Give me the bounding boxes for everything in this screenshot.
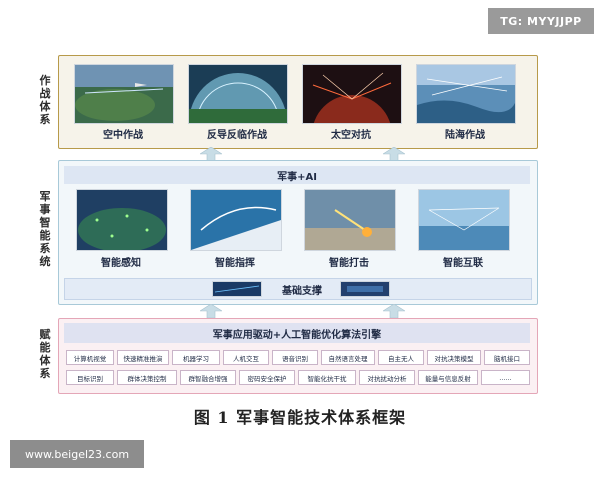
tech-chip: 语音识别 xyxy=(272,350,318,365)
tech-chip: 计算机视觉 xyxy=(66,350,114,365)
anti-missile-image xyxy=(188,64,288,124)
tech-chip: 快速精准推演 xyxy=(117,350,169,365)
tech-chip: 能量与信息反射 xyxy=(418,370,478,385)
side-label-char: 智 xyxy=(39,216,51,229)
up-arrow-icon xyxy=(383,147,405,161)
side-label-ai-system: 军 事 智 能 系 统 xyxy=(38,190,52,268)
tech-chip: 群体决策控制 xyxy=(117,370,177,385)
tech-chip: ...... xyxy=(481,370,530,385)
side-label-char: 统 xyxy=(39,255,51,268)
side-label-char: 赋 xyxy=(39,328,51,341)
foundation-image-right xyxy=(340,281,390,297)
side-label-char: 事 xyxy=(39,203,51,216)
side-label-char: 系 xyxy=(39,242,51,255)
side-label-char: 系 xyxy=(39,367,51,380)
foundation-image-left xyxy=(212,281,262,297)
tech-chip: 对抗扰动分析 xyxy=(359,370,415,385)
combat-item-label: 空中作战 xyxy=(103,130,143,141)
tech-chip: 机器学习 xyxy=(172,350,220,365)
side-label-char: 军 xyxy=(39,190,51,203)
tech-chip: 自然语言处理 xyxy=(321,350,375,365)
tech-chip: 密码安全保护 xyxy=(239,370,295,385)
space-confrontation-image xyxy=(302,64,402,124)
intelligent-interconnect-image xyxy=(418,189,510,251)
ai-layer-title: 军事+AI xyxy=(64,166,530,184)
tech-chip: 人机交互 xyxy=(223,350,269,365)
up-arrow-icon xyxy=(200,147,222,161)
side-label-char: 作 xyxy=(39,74,51,87)
side-label-char: 能 xyxy=(39,341,51,354)
ai-item-label: 智能感知 xyxy=(101,258,141,269)
side-label-char: 体 xyxy=(39,100,51,113)
intelligent-perception-image xyxy=(76,189,168,251)
side-label-char: 能 xyxy=(39,229,51,242)
side-label-char: 体 xyxy=(39,354,51,367)
tech-chip: 对抗决策模型 xyxy=(427,350,481,365)
watermark-top: TG: MYYJJPP xyxy=(488,8,594,34)
tech-chip: 目标识别 xyxy=(66,370,114,385)
figure-caption: 图 1 军事智能技术体系框架 xyxy=(193,408,407,427)
combat-item-label: 反导反临作战 xyxy=(207,130,267,141)
intelligent-command-image xyxy=(190,189,282,251)
tech-chip: 群智融合增强 xyxy=(180,370,236,385)
combat-item-label: 太空对抗 xyxy=(331,130,371,141)
side-label-char: 系 xyxy=(39,113,51,126)
up-arrow-icon xyxy=(383,304,405,318)
ai-item-label: 智能指挥 xyxy=(215,258,255,269)
air-combat-image xyxy=(74,64,174,124)
up-arrow-icon xyxy=(200,304,222,318)
tech-chip: 智能化抗干扰 xyxy=(298,370,356,385)
land-sea-combat-image xyxy=(416,64,516,124)
watermark-bottom: www.beigel23.com xyxy=(10,440,144,468)
side-label-enable-system: 赋 能 体 系 xyxy=(38,328,52,380)
side-label-combat-system: 作 战 体 系 xyxy=(38,74,52,126)
ai-item-label: 智能打击 xyxy=(329,258,369,269)
intelligent-strike-image xyxy=(304,189,396,251)
foundation-support-label: 基础支撑 xyxy=(282,286,322,297)
combat-item-label: 陆海作战 xyxy=(445,130,485,141)
side-label-char: 战 xyxy=(39,87,51,100)
enabling-layer-title: 军事应用驱动+人工智能优化算法引擎 xyxy=(64,323,530,343)
ai-item-label: 智能互联 xyxy=(443,258,483,269)
tech-chip: 脑机接口 xyxy=(484,350,530,365)
tech-chip: 自主无人 xyxy=(378,350,424,365)
